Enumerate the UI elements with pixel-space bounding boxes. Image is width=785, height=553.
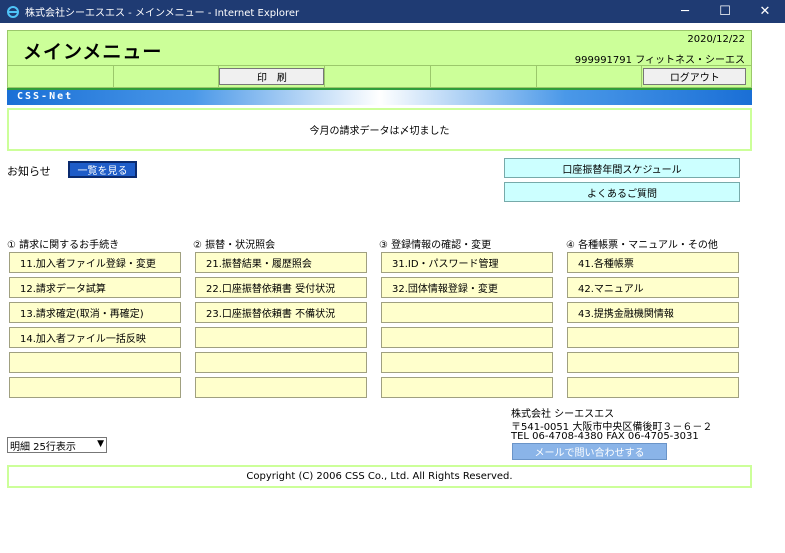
menu-item-21[interactable]: 21.振替結果・履歴照会	[195, 252, 367, 273]
menu-item-empty	[195, 377, 367, 398]
menu-item-13[interactable]: 13.請求確定(取消・再確定)	[9, 302, 181, 323]
toolbar-cell	[114, 66, 220, 87]
menu-item-12[interactable]: 12.請求データ試算	[9, 277, 181, 298]
menu-item-43[interactable]: 43.提携金融機関情報	[567, 302, 739, 323]
news-label: お知らせ	[7, 165, 51, 178]
close-icon[interactable]: ✕	[745, 0, 785, 23]
rows-per-page-value: 明細 25行表示	[10, 441, 76, 453]
section-heading-transfer: ② 振替・状況照会	[193, 240, 276, 251]
menu-item-23[interactable]: 23.口座振替依頼書 不備状況	[195, 302, 367, 323]
mail-inquiry-button[interactable]: メールで問い合わせする	[512, 443, 667, 460]
rows-per-page-select[interactable]: 明細 25行表示 ▼	[7, 437, 107, 453]
section-heading-billing: ① 請求に関するお手続き	[7, 240, 120, 251]
internet-explorer-icon	[5, 4, 21, 20]
menu-item-empty	[567, 327, 739, 348]
toolbar-cell: ログアウト	[642, 66, 751, 87]
menu-item-empty	[195, 327, 367, 348]
menu-item-31[interactable]: 31.ID・パスワード管理	[381, 252, 553, 273]
logout-button[interactable]: ログアウト	[643, 68, 747, 85]
menu-item-empty	[9, 352, 181, 373]
copyright-box: Copyright (C) 2006 CSS Co., Ltd. All Rig…	[7, 465, 752, 488]
faq-button[interactable]: よくあるご質問	[504, 182, 740, 202]
menu-item-11[interactable]: 11.加入者ファイル登録・変更	[9, 252, 181, 273]
menu-item-32[interactable]: 32.団体情報登録・変更	[381, 277, 553, 298]
menu-item-empty	[567, 377, 739, 398]
copyright-text: Copyright (C) 2006 CSS Co., Ltd. All Rig…	[246, 471, 513, 482]
menu-item-41[interactable]: 41.各種帳票	[567, 252, 739, 273]
menu-item-empty	[381, 302, 553, 323]
maximize-icon[interactable]: ☐	[705, 0, 745, 23]
section-heading-reports: ④ 各種帳票・マニュアル・その他	[566, 240, 718, 251]
menu-item-empty	[381, 377, 553, 398]
menu-item-empty	[195, 352, 367, 373]
menu-item-42[interactable]: 42.マニュアル	[567, 277, 739, 298]
page-header: メインメニュー 2020/12/22 999991791 フィットネス・シーエス	[7, 30, 752, 66]
toolbar-cell	[325, 66, 431, 87]
menu-item-empty	[381, 352, 553, 373]
view-news-list-button[interactable]: 一覧を見る	[68, 161, 137, 178]
print-button[interactable]: 印 刷	[219, 68, 325, 85]
brand-text: CSS-Net	[17, 91, 74, 102]
menu-item-empty	[567, 352, 739, 373]
notice-text: 今月の請求データは〆切ました	[309, 126, 450, 137]
menu-item-empty	[381, 327, 553, 348]
notice-box: 今月の請求データは〆切ました	[7, 108, 752, 151]
header-company: 999991791 フィットネス・シーエス	[574, 55, 745, 66]
toolbar-cell	[537, 66, 643, 87]
section-heading-registration: ③ 登録情報の確認・変更	[379, 240, 492, 251]
toolbar-cell	[8, 66, 114, 87]
brand-bar: CSS-Net	[7, 88, 752, 105]
menu-item-empty	[9, 377, 181, 398]
chevron-down-icon: ▼	[97, 439, 104, 449]
page-title: メインメニュー	[23, 41, 163, 63]
toolbar: 印 刷 ログアウト	[7, 66, 752, 88]
toolbar-cell: 印 刷	[219, 66, 326, 87]
window-title: 株式会社シーエスエス - メインメニュー - Internet Explorer	[25, 8, 300, 19]
schedule-button[interactable]: 口座振替年間スケジュール	[504, 158, 740, 178]
menu-item-14[interactable]: 14.加入者ファイル一括反映	[9, 327, 181, 348]
window-titlebar: 株式会社シーエスエス - メインメニュー - Internet Explorer…	[0, 0, 785, 23]
toolbar-cell	[431, 66, 537, 87]
menu-item-22[interactable]: 22.口座振替依頼書 受付状況	[195, 277, 367, 298]
minimize-icon[interactable]: ─	[665, 0, 705, 23]
address-tel: TEL 06-4708-4380 FAX 06-4705-3031	[511, 431, 699, 442]
header-date: 2020/12/22	[687, 34, 745, 45]
